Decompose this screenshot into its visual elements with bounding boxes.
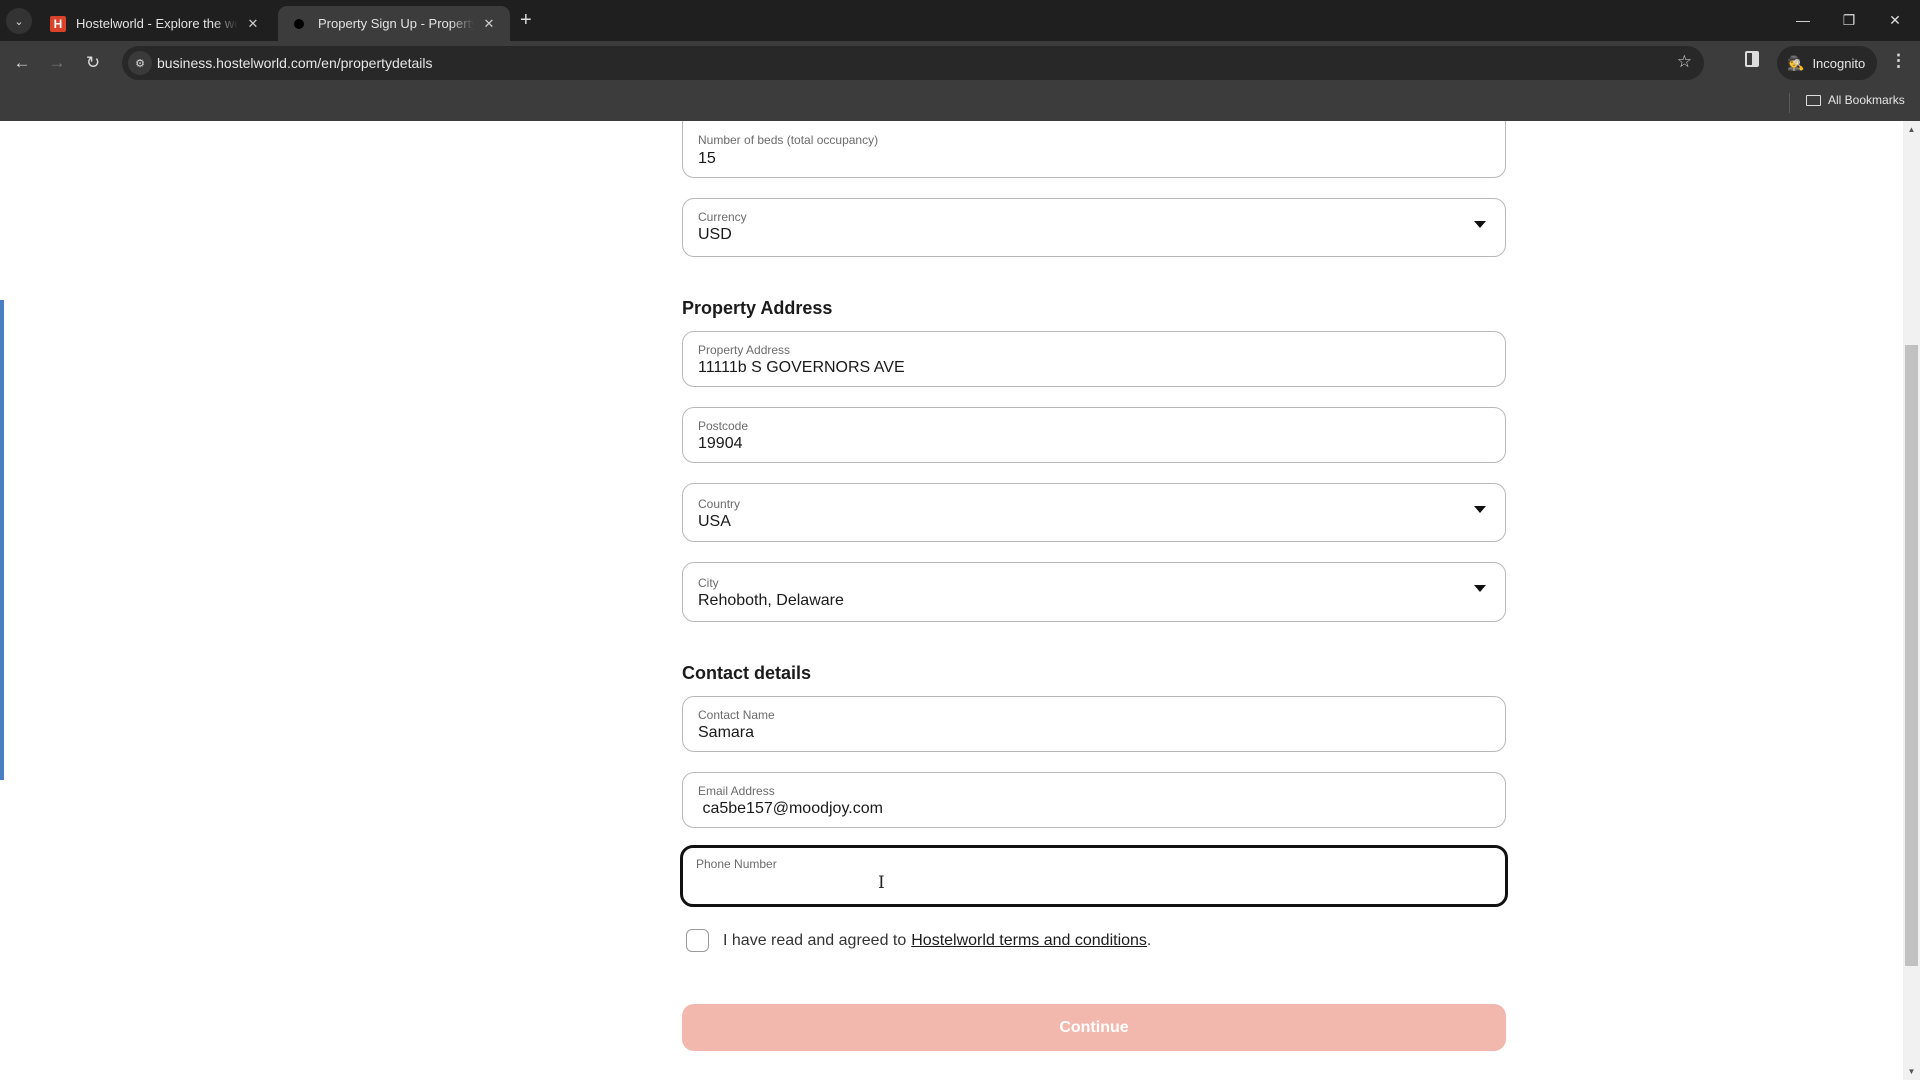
tab-property-signup[interactable]: Property Sign Up - Property and ✕ bbox=[278, 6, 510, 41]
country-select[interactable]: Country USA bbox=[682, 483, 1506, 542]
minimize-icon[interactable]: — bbox=[1780, 6, 1826, 34]
loading-favicon-icon bbox=[294, 18, 304, 29]
folder-icon bbox=[1806, 94, 1821, 106]
postcode-field[interactable]: Postcode 19904 bbox=[682, 407, 1506, 463]
reload-icon[interactable]: ↻ bbox=[79, 49, 107, 77]
incognito-badge[interactable]: 🕵 Incognito bbox=[1777, 46, 1877, 80]
continue-button[interactable]: Continue bbox=[682, 1004, 1506, 1051]
hostelworld-favicon-icon: H bbox=[50, 15, 66, 32]
all-bookmarks-label: All Bookmarks bbox=[1828, 93, 1905, 107]
address-bar[interactable]: ⚙ business.hostelworld.com/en/propertyde… bbox=[122, 46, 1704, 80]
page-scrollbar[interactable]: ▲ ▼ bbox=[1903, 121, 1920, 1080]
currency-value: USD bbox=[698, 226, 732, 243]
page-content: Number of beds (total occupancy) 15 Curr… bbox=[0, 121, 1903, 1080]
terms-suffix: . bbox=[1146, 931, 1152, 949]
browser-menu-icon[interactable]: ⋮ bbox=[1890, 51, 1907, 71]
postcode-value: 19904 bbox=[698, 435, 743, 452]
property-address-label: Property Address bbox=[698, 343, 791, 357]
site-info-icon[interactable]: ⚙ bbox=[128, 51, 152, 75]
window-close-icon[interactable]: ✕ bbox=[1872, 6, 1918, 34]
all-bookmarks-button[interactable]: All Bookmarks bbox=[1806, 93, 1905, 107]
tab-title: Property Sign Up - Property and bbox=[318, 16, 474, 31]
incognito-icon: 🕵 bbox=[1787, 54, 1805, 71]
scroll-down-icon[interactable]: ▼ bbox=[1903, 1063, 1920, 1080]
phone-number-label: Phone Number bbox=[696, 857, 777, 871]
scroll-up-icon[interactable]: ▲ bbox=[1903, 121, 1920, 138]
postcode-label: Postcode bbox=[698, 419, 749, 433]
contact-details-heading: Contact details bbox=[682, 663, 812, 683]
side-panel-icon[interactable] bbox=[1745, 51, 1759, 67]
email-field[interactable]: Email Address ca5be157@moodjoy.com bbox=[682, 772, 1506, 828]
city-value: Rehoboth, Delaware bbox=[698, 592, 844, 609]
browser-toolbar: ← → ↻ ⚙ business.hostelworld.com/en/prop… bbox=[0, 41, 1920, 84]
close-tab-icon[interactable]: ✕ bbox=[480, 16, 498, 32]
terms-checkbox[interactable] bbox=[686, 929, 709, 952]
beds-value: 15 bbox=[698, 150, 716, 167]
property-address-field[interactable]: Property Address 11111b S GOVERNORS AVE bbox=[682, 331, 1506, 387]
restore-icon[interactable]: ❐ bbox=[1826, 6, 1872, 34]
tab-bar: ⌄ H Hostelworld - Explore the world ✕ Pr… bbox=[0, 0, 1920, 41]
terms-row: I have read and agreed to Hostelworld te… bbox=[686, 929, 1151, 952]
accent-bar bbox=[0, 300, 4, 780]
email-label: Email Address bbox=[698, 784, 775, 798]
phone-number-field[interactable]: Phone Number I bbox=[680, 845, 1508, 907]
city-label: City bbox=[698, 576, 719, 590]
dropdown-arrow-icon bbox=[1474, 585, 1486, 592]
email-value: ca5be157@moodjoy.com bbox=[698, 800, 883, 817]
forward-icon[interactable]: → bbox=[43, 49, 71, 77]
dropdown-arrow-icon bbox=[1474, 221, 1486, 228]
scrollbar-thumb[interactable] bbox=[1905, 345, 1918, 966]
beds-label: Number of beds (total occupancy) bbox=[698, 133, 879, 147]
currency-select[interactable]: Currency USD bbox=[682, 198, 1506, 257]
tab-hostelworld[interactable]: H Hostelworld - Explore the world ✕ bbox=[38, 6, 274, 41]
tab-title: Hostelworld - Explore the world bbox=[76, 16, 238, 31]
property-address-heading: Property Address bbox=[682, 298, 833, 318]
new-tab-icon[interactable]: + bbox=[520, 8, 532, 32]
bookmarks-divider bbox=[1789, 93, 1790, 113]
bookmark-star-icon[interactable]: ☆ bbox=[1677, 52, 1692, 72]
country-value: USA bbox=[698, 513, 731, 530]
back-icon[interactable]: ← bbox=[8, 49, 36, 77]
contact-name-field[interactable]: Contact Name Samara bbox=[682, 696, 1506, 752]
dropdown-arrow-icon bbox=[1474, 506, 1486, 513]
property-address-value: 11111b S GOVERNORS AVE bbox=[698, 359, 905, 376]
terms-link[interactable]: Hostelworld terms and conditions bbox=[911, 932, 1147, 950]
country-label: Country bbox=[698, 497, 741, 511]
terms-text: I have read and agreed to bbox=[723, 931, 907, 949]
url-text[interactable]: business.hostelworld.com/en/propertydeta… bbox=[157, 55, 432, 71]
text-cursor-icon: I bbox=[878, 873, 885, 893]
currency-label: Currency bbox=[698, 210, 747, 224]
beds-field[interactable]: Number of beds (total occupancy) 15 bbox=[682, 121, 1506, 178]
contact-name-label: Contact Name bbox=[698, 708, 775, 722]
incognito-label: Incognito bbox=[1812, 55, 1866, 71]
contact-name-value: Samara bbox=[698, 724, 755, 741]
tab-search-icon[interactable]: ⌄ bbox=[6, 8, 32, 34]
city-select[interactable]: City Rehoboth, Delaware bbox=[682, 562, 1506, 622]
bookmarks-bar: All Bookmarks bbox=[0, 84, 1920, 121]
close-tab-icon[interactable]: ✕ bbox=[244, 16, 262, 32]
